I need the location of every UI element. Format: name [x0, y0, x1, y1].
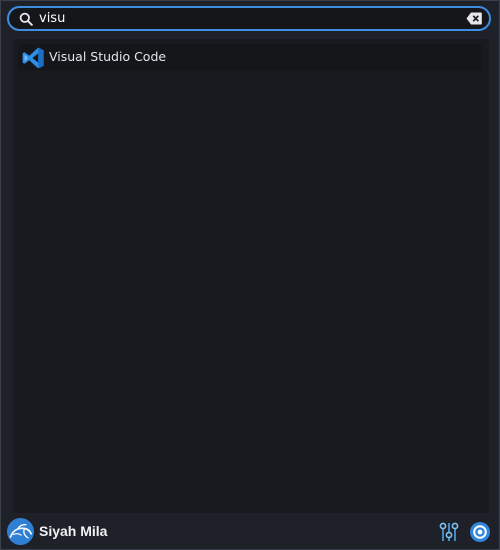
application-menu: Visual Studio Code Siyah Mila — [0, 0, 500, 550]
settings-sliders-icon[interactable] — [438, 521, 460, 543]
kali-dragon-icon — [9, 523, 33, 539]
search-input[interactable] — [39, 9, 459, 28]
search-bar[interactable] — [7, 6, 491, 31]
power-icon[interactable] — [469, 521, 491, 543]
search-icon — [19, 12, 33, 26]
result-item-visual-studio-code[interactable]: Visual Studio Code — [18, 44, 482, 71]
clear-text-icon[interactable] — [466, 12, 482, 25]
menu-footer: Siyah Mila — [1, 515, 499, 549]
vscode-icon — [22, 47, 44, 69]
result-label: Visual Studio Code — [49, 49, 167, 64]
user-name: Siyah Mila — [39, 523, 108, 539]
search-results-list: Visual Studio Code — [13, 39, 489, 513]
user-avatar[interactable] — [7, 518, 34, 545]
